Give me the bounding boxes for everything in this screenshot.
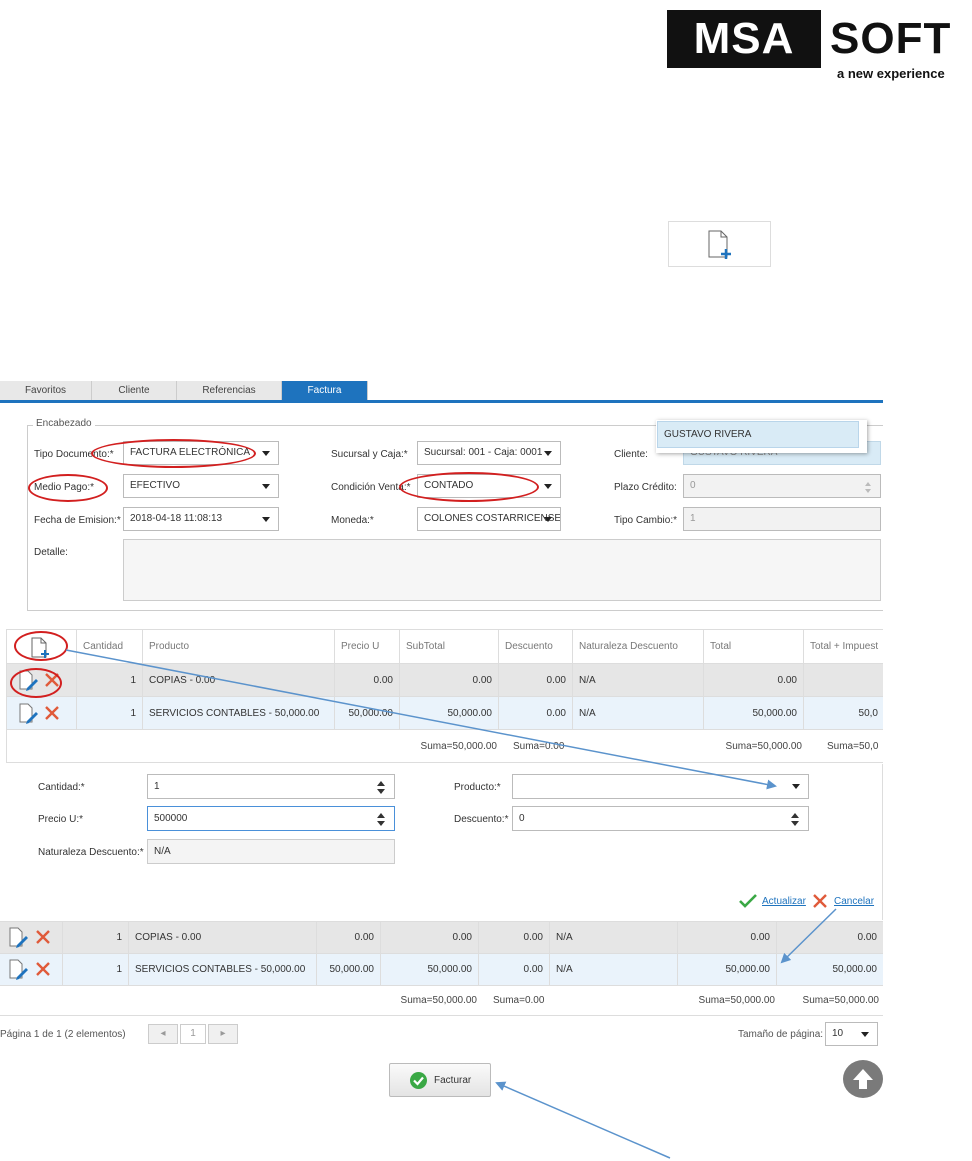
- annotation-arrow-to-producto: [65, 649, 777, 790]
- annotation-arrow-to-facturar: [495, 1081, 671, 1159]
- annotation-arrows-overlay: [65, 649, 837, 1159]
- annotation-arrow-to-total: [780, 908, 837, 964]
